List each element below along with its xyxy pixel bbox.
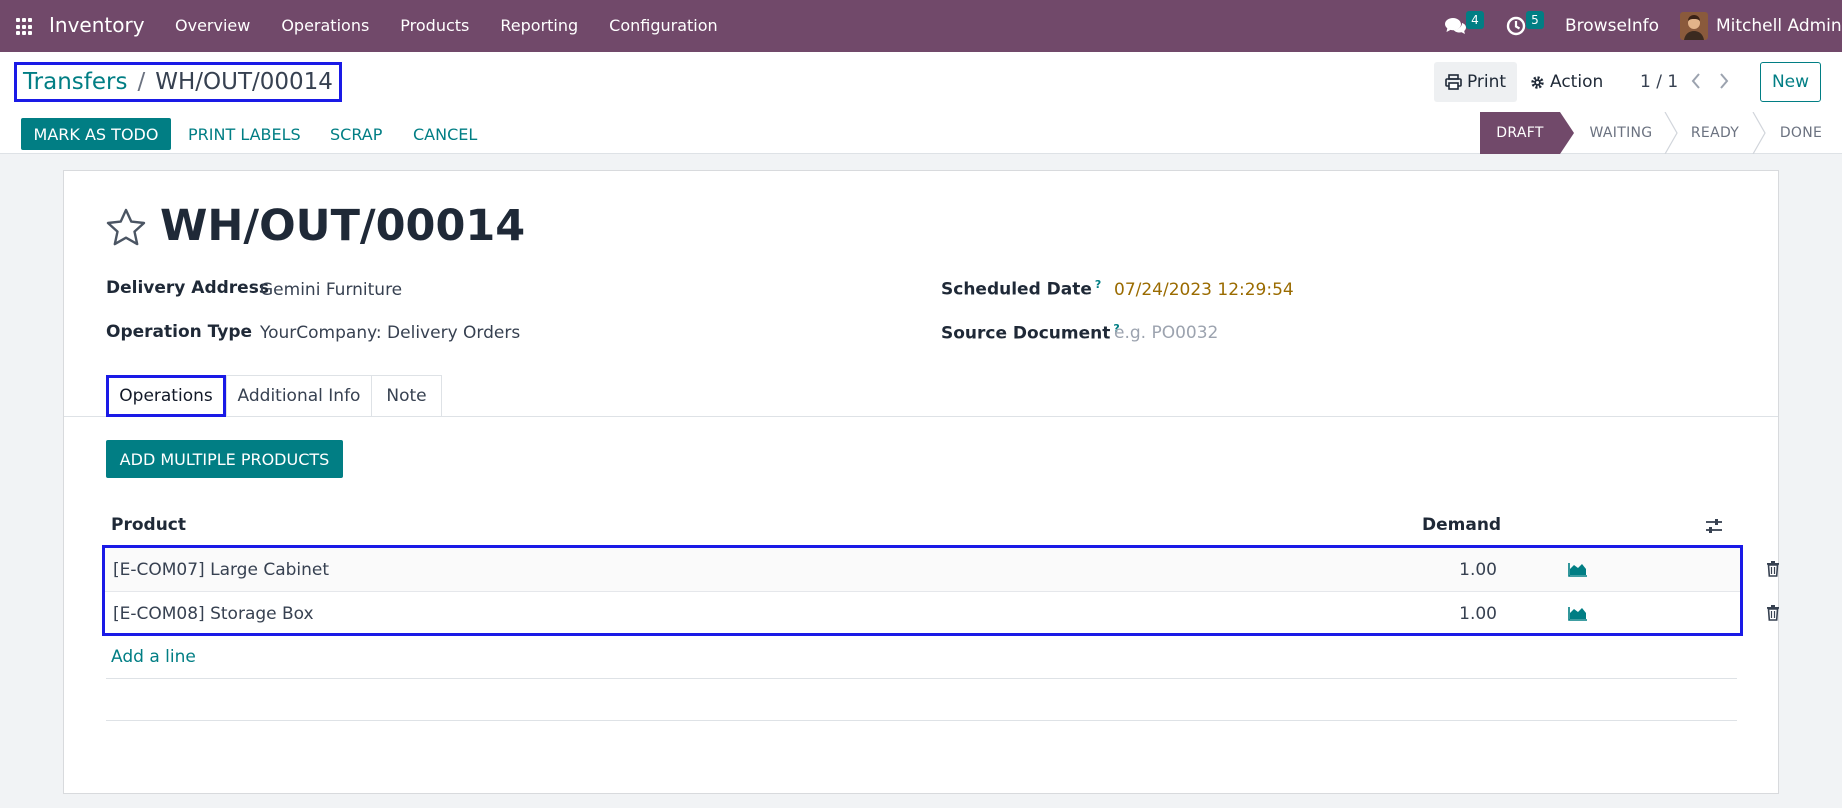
table-row[interactable]: [E-COM08] Storage Box 1.00 — [105, 591, 1779, 634]
breadcrumb-separator: / — [137, 69, 146, 95]
optional-columns-icon[interactable] — [1704, 517, 1724, 535]
demand-cell[interactable]: 1.00 — [1459, 604, 1497, 624]
main-menu: Overview Operations Products Reporting C… — [175, 16, 749, 35]
action-button[interactable]: Action — [1530, 62, 1603, 102]
divider — [106, 720, 1737, 721]
column-header-product[interactable]: Product — [111, 515, 186, 535]
divider — [106, 678, 1737, 679]
product-cell[interactable]: [E-COM07] Large Cabinet — [113, 560, 329, 580]
printer-icon — [1445, 74, 1462, 90]
scheduled-date-field[interactable]: 07/24/2023 12:29:54 — [1114, 280, 1294, 300]
status-waiting[interactable]: WAITING — [1574, 112, 1668, 154]
menu-item-reporting[interactable]: Reporting — [500, 16, 578, 35]
operation-type-field[interactable]: YourCompany: Delivery Orders — [260, 323, 520, 343]
status-separator — [1664, 112, 1678, 154]
gear-icon — [1531, 75, 1544, 89]
control-panel: Transfers / WH/OUT/00014 Print Action 1 … — [0, 52, 1842, 154]
cancel-button[interactable]: CANCEL — [413, 118, 477, 150]
pager-value[interactable]: 1 / 1 — [1640, 72, 1678, 92]
add-multiple-products-button[interactable]: ADD MULTIPLE PRODUCTS — [106, 440, 343, 478]
add-a-line-link[interactable]: Add a line — [111, 647, 196, 667]
breadcrumb-transfers-link[interactable]: Transfers — [23, 69, 127, 95]
tab-operations[interactable]: Operations — [106, 375, 226, 417]
form-sheet: WH/OUT/00014 Delivery Address Gemini Fur… — [63, 170, 1779, 794]
apps-grid-icon[interactable] — [16, 18, 34, 36]
breadcrumb-current: WH/OUT/00014 — [155, 69, 333, 95]
product-cell[interactable]: [E-COM08] Storage Box — [113, 604, 314, 624]
source-document-label: Source Document? — [941, 322, 1120, 344]
status-separator — [1752, 112, 1766, 154]
messages-badge: 4 — [1466, 11, 1484, 29]
star-icon[interactable] — [105, 207, 147, 249]
forecast-chart-icon[interactable] — [1568, 605, 1588, 621]
user-menu[interactable]: Mitchell Admin — [1680, 0, 1842, 52]
delivery-address-label: Delivery Address — [106, 278, 269, 298]
print-button[interactable]: Print — [1434, 62, 1517, 102]
record-title: WH/OUT/00014 — [160, 201, 526, 251]
menu-item-products[interactable]: Products — [400, 16, 469, 35]
forecast-chart-icon[interactable] — [1568, 561, 1588, 577]
action-label: Action — [1550, 72, 1604, 92]
activities-button[interactable] — [1506, 0, 1526, 52]
chevron-right-icon[interactable] — [1718, 70, 1730, 92]
breadcrumb: Transfers / WH/OUT/00014 — [14, 62, 342, 102]
menu-item-configuration[interactable]: Configuration — [609, 16, 718, 35]
scrap-button[interactable]: SCRAP — [330, 118, 382, 150]
demand-cell[interactable]: 1.00 — [1459, 560, 1497, 580]
chevron-left-icon[interactable] — [1690, 70, 1702, 92]
status-done[interactable]: DONE — [1766, 112, 1836, 154]
menu-item-overview[interactable]: Overview — [175, 16, 250, 35]
operations-rows: [E-COM07] Large Cabinet 1.00 [E-COM08] S… — [102, 545, 1779, 636]
user-name: Mitchell Admin — [1716, 16, 1842, 36]
app-name[interactable]: Inventory — [49, 13, 145, 37]
top-navbar: Inventory Overview Operations Products R… — [0, 0, 1842, 52]
table-row[interactable]: [E-COM07] Large Cabinet 1.00 — [105, 548, 1779, 591]
trash-icon[interactable] — [1766, 604, 1780, 621]
delivery-address-field[interactable]: Gemini Furniture — [260, 280, 402, 300]
source-document-input[interactable]: e.g. PO0032 — [1114, 323, 1218, 343]
company-switcher[interactable]: BrowseInfo — [1565, 0, 1659, 52]
print-label: Print — [1466, 72, 1507, 92]
help-icon[interactable]: ? — [1095, 278, 1101, 291]
status-draft[interactable]: DRAFT — [1480, 112, 1574, 154]
menu-item-operations[interactable]: Operations — [281, 16, 369, 35]
avatar — [1680, 12, 1708, 40]
new-button[interactable]: New — [1760, 62, 1821, 102]
mark-as-todo-button[interactable]: MARK AS TODO — [21, 118, 171, 150]
clock-icon — [1506, 16, 1526, 36]
activities-badge: 5 — [1526, 11, 1544, 29]
tab-additional-info[interactable]: Additional Info — [226, 375, 372, 417]
status-ready[interactable]: READY — [1678, 112, 1752, 154]
messages-button[interactable] — [1444, 0, 1468, 52]
chat-icon — [1445, 18, 1466, 34]
print-labels-button[interactable]: PRINT LABELS — [188, 118, 301, 150]
operation-type-label: Operation Type — [106, 322, 253, 342]
tab-note[interactable]: Note — [371, 375, 442, 417]
trash-icon[interactable] — [1766, 560, 1780, 577]
column-header-demand[interactable]: Demand — [1422, 515, 1501, 535]
company-name: BrowseInfo — [1565, 16, 1660, 36]
scheduled-date-label: Scheduled Date? — [941, 278, 1102, 300]
